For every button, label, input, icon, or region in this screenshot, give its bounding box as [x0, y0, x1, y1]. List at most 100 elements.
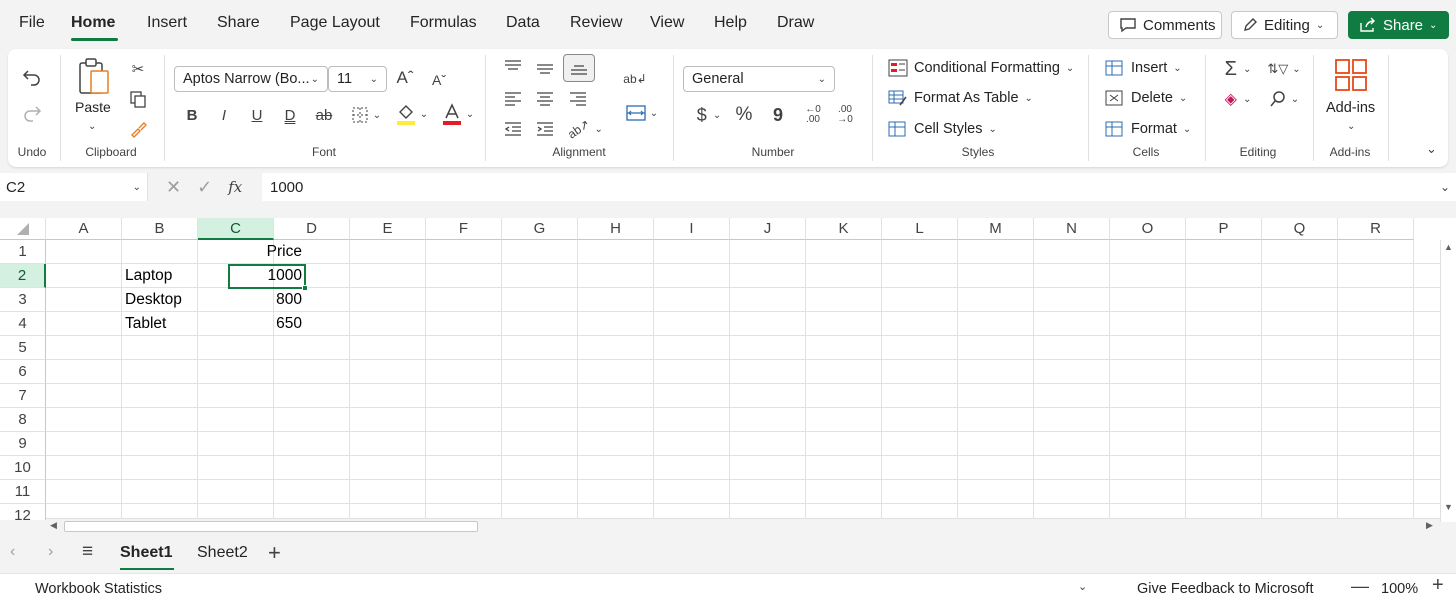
- number-format-select[interactable]: General ⌄: [683, 66, 835, 92]
- horizontal-scroll-thumb[interactable]: [64, 521, 478, 532]
- tab-formulas[interactable]: Formulas: [410, 14, 477, 32]
- strikethrough-button[interactable]: ab: [312, 104, 336, 126]
- tab-page-layout[interactable]: Page Layout: [290, 14, 380, 32]
- add-sheet-plus-icon[interactable]: +: [268, 540, 281, 566]
- column-header-d[interactable]: D: [274, 218, 350, 240]
- column-header-l[interactable]: L: [882, 218, 958, 240]
- column-header-m[interactable]: M: [958, 218, 1034, 240]
- row-header-7[interactable]: 7: [0, 384, 46, 408]
- column-header-o[interactable]: O: [1110, 218, 1186, 240]
- expand-formula-chevron-icon[interactable]: ⌄: [1440, 180, 1450, 194]
- insert-function-icon[interactable]: fx: [228, 178, 242, 196]
- row-header-2[interactable]: 2: [0, 264, 46, 288]
- ribbon-collapse-chevron-icon[interactable]: ⌄: [1426, 141, 1437, 157]
- format-as-table-button[interactable]: Format As Table ⌄: [888, 89, 1033, 107]
- column-header-f[interactable]: F: [426, 218, 502, 240]
- comments-button[interactable]: Comments: [1108, 11, 1222, 39]
- font-color-button[interactable]: ⌄: [436, 102, 480, 126]
- sheet-tab-sheet1[interactable]: Sheet1: [120, 544, 172, 562]
- scroll-left-arrow-icon[interactable]: ◀: [50, 520, 57, 531]
- increase-indent-button[interactable]: [532, 119, 558, 139]
- tab-review[interactable]: Review: [570, 14, 622, 32]
- horizontal-scrollbar[interactable]: ◀ ▶: [46, 518, 1440, 534]
- percent-button[interactable]: %: [732, 104, 756, 126]
- row-header-11[interactable]: 11: [0, 480, 46, 504]
- row-header-10[interactable]: 10: [0, 456, 46, 480]
- name-box[interactable]: C2 ⌄: [0, 173, 148, 201]
- insert-cells-button[interactable]: Insert ⌄: [1105, 59, 1182, 77]
- column-header-r[interactable]: R: [1338, 218, 1414, 240]
- align-bottom-button[interactable]: [563, 54, 595, 82]
- decrease-font-button[interactable]: Aˇ: [428, 69, 450, 91]
- share-button[interactable]: Share ⌄: [1348, 11, 1449, 39]
- row-header-6[interactable]: 6: [0, 360, 46, 384]
- currency-button[interactable]: $ ⌄: [691, 104, 727, 126]
- column-header-q[interactable]: Q: [1262, 218, 1338, 240]
- comma-style-button[interactable]: 9: [768, 104, 788, 126]
- align-right-button[interactable]: [565, 89, 591, 109]
- bold-button[interactable]: B: [182, 104, 202, 126]
- column-header-j[interactable]: J: [730, 218, 806, 240]
- column-header-n[interactable]: N: [1034, 218, 1110, 240]
- prev-sheet-chevron-icon[interactable]: ‹: [10, 543, 15, 561]
- tab-data[interactable]: Data: [506, 14, 540, 32]
- align-left-button[interactable]: [500, 89, 526, 109]
- fill-color-button[interactable]: ⌄: [392, 102, 432, 126]
- cell-styles-button[interactable]: Cell Styles ⌄: [888, 120, 997, 138]
- find-select-button[interactable]: ⌄: [1264, 87, 1304, 111]
- give-feedback-link[interactable]: Give Feedback to Microsoft: [1137, 581, 1314, 597]
- tab-draw[interactable]: Draw: [777, 14, 814, 32]
- row-header-4[interactable]: 4: [0, 312, 46, 336]
- decrease-decimal-button[interactable]: .00 →0: [832, 102, 858, 128]
- chevron-down-icon[interactable]: ⌄: [1347, 121, 1355, 132]
- delete-cells-button[interactable]: Delete ⌄: [1105, 89, 1187, 107]
- status-chevron-down-icon[interactable]: ⌄: [1078, 580, 1087, 593]
- cell-b2[interactable]: Laptop: [122, 264, 228, 288]
- decrease-indent-button[interactable]: [500, 119, 526, 139]
- column-header-p[interactable]: P: [1186, 218, 1262, 240]
- row-header-12[interactable]: 12: [0, 504, 46, 520]
- scroll-down-arrow-icon[interactable]: ▼: [1444, 502, 1453, 512]
- font-size-select[interactable]: 11 ⌄: [328, 66, 387, 92]
- column-header-h[interactable]: H: [578, 218, 654, 240]
- increase-decimal-button[interactable]: ←0 .00: [800, 102, 826, 128]
- column-header-k[interactable]: K: [806, 218, 882, 240]
- cell-c3[interactable]: 800: [229, 288, 305, 312]
- wrap-text-button[interactable]: ab↲: [622, 67, 648, 91]
- align-top-button[interactable]: [500, 57, 526, 77]
- column-header-c[interactable]: C: [198, 218, 274, 240]
- chevron-down-icon[interactable]: ⌄: [88, 121, 96, 132]
- format-painter-button[interactable]: [128, 119, 148, 139]
- borders-button[interactable]: ⌄: [346, 104, 386, 126]
- italic-button[interactable]: I: [214, 104, 234, 126]
- cell-b4[interactable]: Tablet: [122, 312, 228, 336]
- cell-c4[interactable]: 650: [229, 312, 305, 336]
- orientation-button[interactable]: ab↗ ⌄: [565, 117, 605, 142]
- row-header-9[interactable]: 9: [0, 432, 46, 456]
- column-header-i[interactable]: I: [654, 218, 730, 240]
- next-sheet-chevron-icon[interactable]: ›: [48, 543, 53, 561]
- row-header-1[interactable]: 1: [0, 240, 46, 264]
- addins-button[interactable]: [1333, 57, 1369, 93]
- zoom-in-plus-icon[interactable]: +: [1432, 574, 1444, 597]
- format-cells-button[interactable]: Format ⌄: [1105, 120, 1191, 138]
- cell-b3[interactable]: Desktop: [122, 288, 228, 312]
- vertical-scrollbar[interactable]: ▲ ▼: [1440, 240, 1456, 522]
- tab-view[interactable]: View: [650, 14, 684, 32]
- column-header-b[interactable]: B: [122, 218, 198, 240]
- column-header-a[interactable]: A: [46, 218, 122, 240]
- row-header-3[interactable]: 3: [0, 288, 46, 312]
- tab-file[interactable]: File: [19, 14, 45, 32]
- formula-input[interactable]: 1000 ⌄: [262, 173, 1456, 201]
- copy-button[interactable]: [128, 89, 148, 109]
- editing-mode-button[interactable]: Editing ⌄: [1231, 11, 1338, 39]
- redo-button[interactable]: [18, 99, 46, 127]
- column-header-g[interactable]: G: [502, 218, 578, 240]
- align-center-button[interactable]: [532, 89, 558, 109]
- tab-home[interactable]: Home: [71, 14, 115, 32]
- cancel-icon[interactable]: ✕: [166, 177, 181, 198]
- sort-filter-button[interactable]: ⇅▽ ⌄: [1264, 57, 1304, 81]
- autosum-button[interactable]: Σ ⌄: [1220, 57, 1256, 81]
- tab-insert[interactable]: Insert: [147, 14, 187, 32]
- confirm-check-icon[interactable]: ✓: [197, 177, 212, 198]
